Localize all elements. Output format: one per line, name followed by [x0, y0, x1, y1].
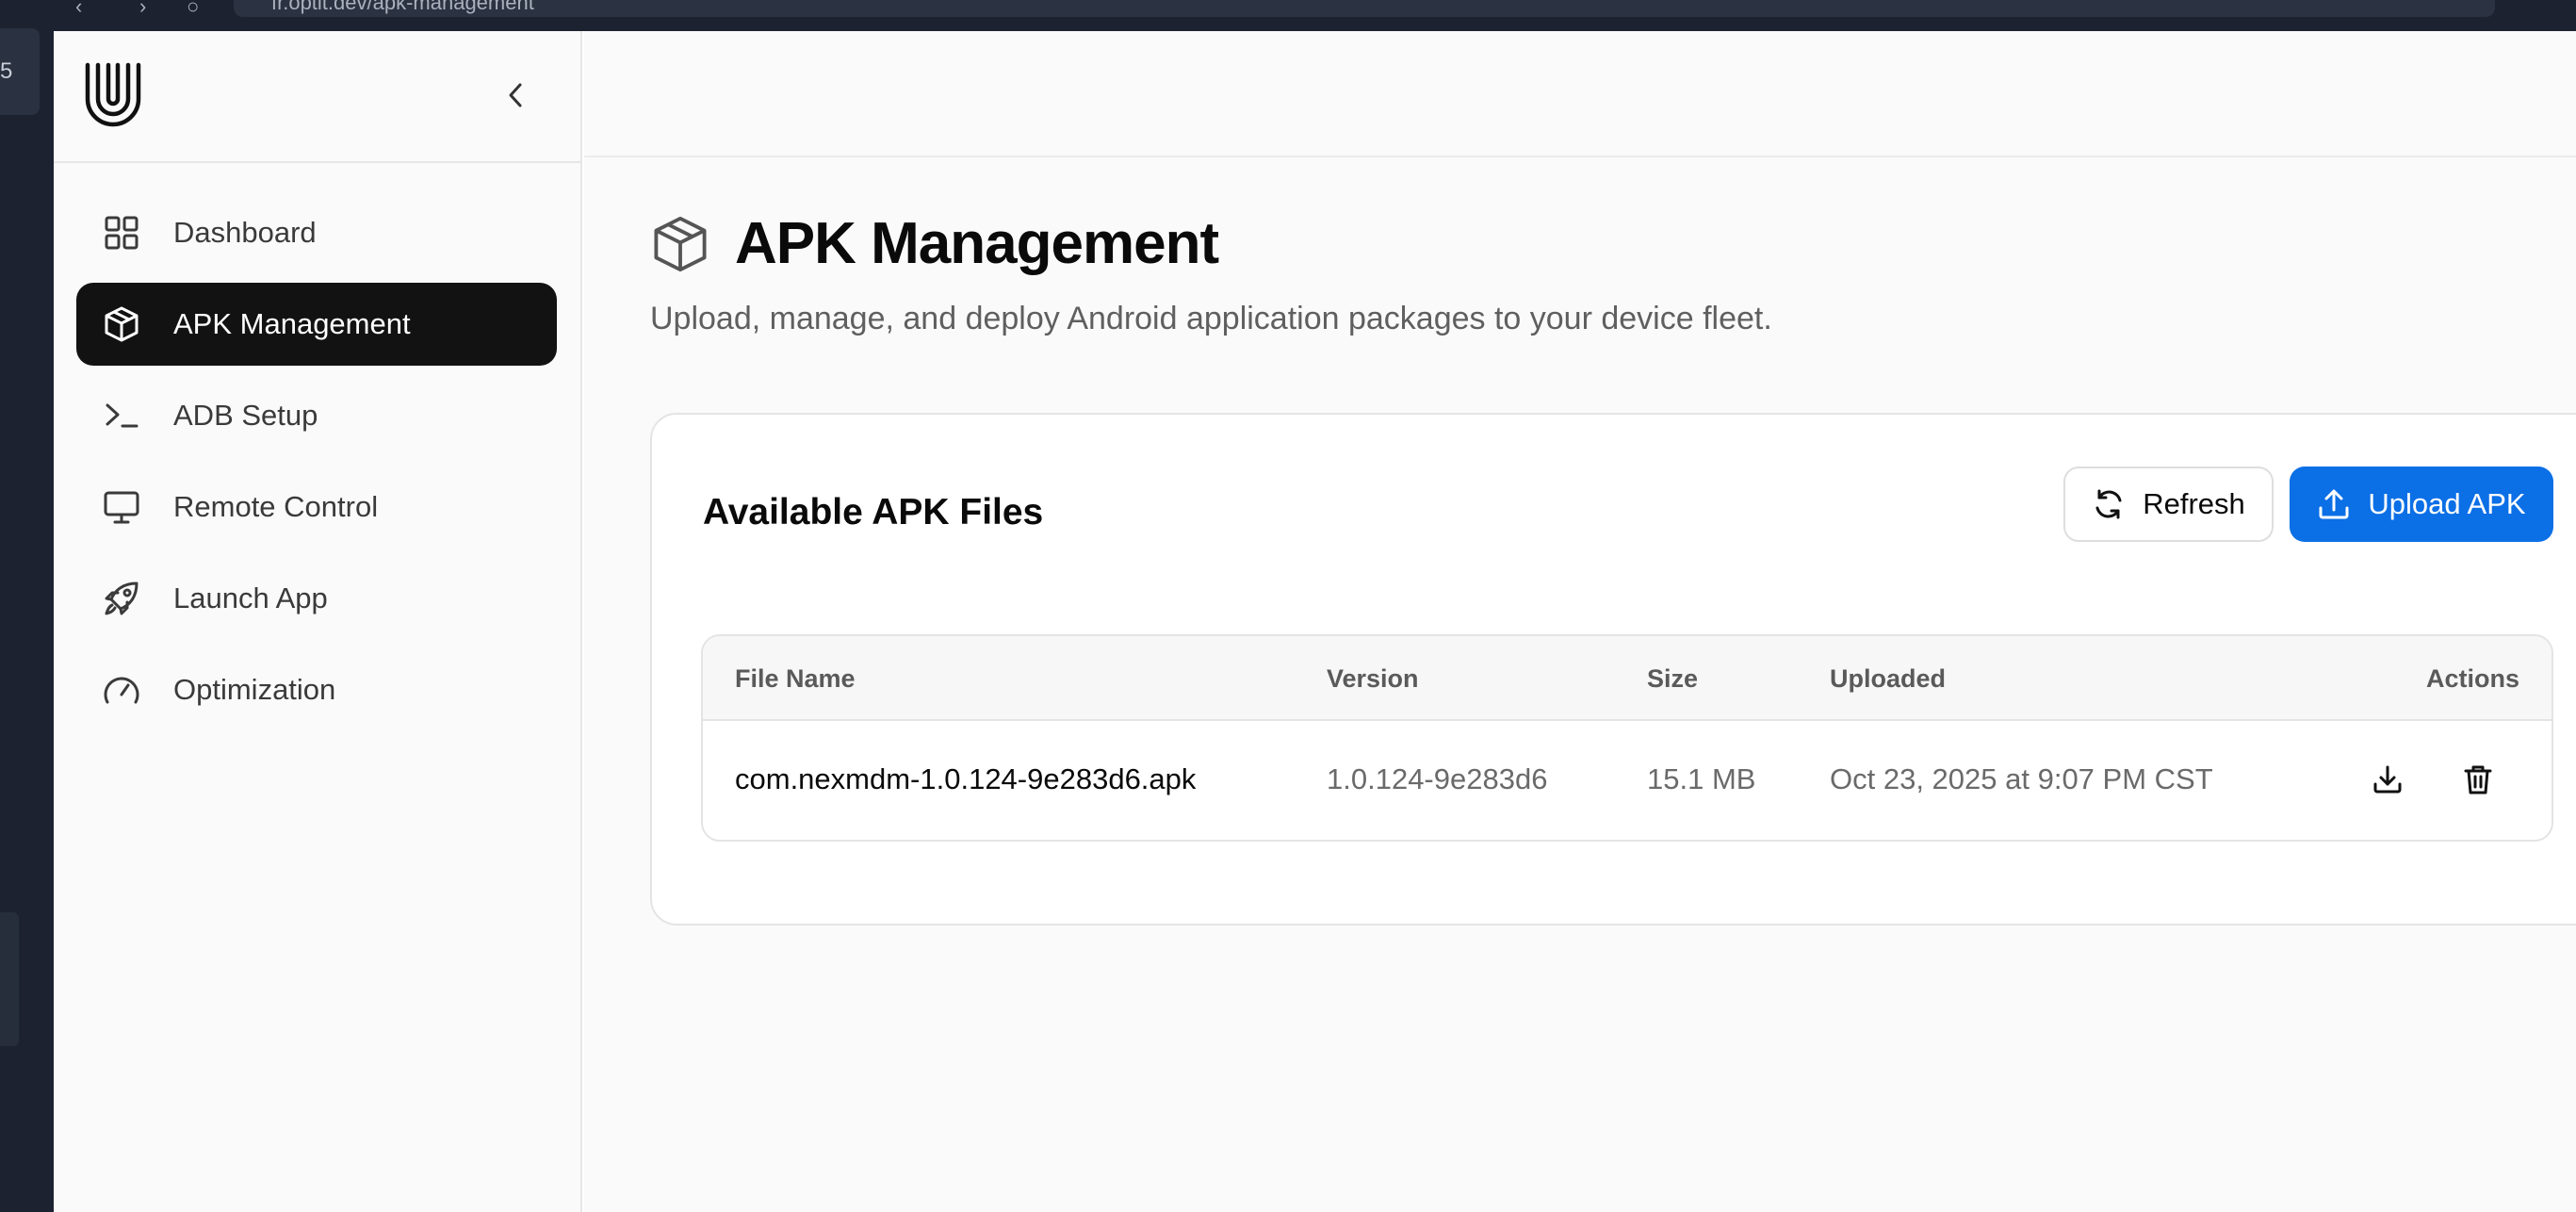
column-header-version[interactable]: Version — [1327, 664, 1419, 694]
upload-apk-button-label: Upload APK — [2368, 487, 2526, 520]
download-icon — [2373, 765, 2402, 794]
sidebar: Dashboard APK Management ADB Setup Remot… — [54, 31, 582, 1212]
sidebar-item-dashboard[interactable]: Dashboard — [76, 191, 557, 274]
cell-file-name: com.nexmdm-1.0.124-9e283d6.apk — [735, 762, 1197, 795]
browser-tab-stub-secondary[interactable] — [0, 912, 19, 1046]
page-title: APK Management — [735, 211, 1219, 276]
sidebar-nav: Dashboard APK Management ADB Setup Remot… — [76, 191, 557, 740]
address-bar[interactable]: fr.optit.dev/apk-management — [234, 0, 2495, 17]
cell-size: 15.1 MB — [1647, 762, 1756, 795]
table-header: File Name Version Size Uploaded Actions — [703, 636, 2552, 721]
sidebar-item-label: Dashboard — [173, 216, 317, 249]
sidebar-item-adb-setup[interactable]: ADB Setup — [76, 374, 557, 457]
sidebar-header — [54, 31, 580, 163]
delete-button[interactable] — [2457, 759, 2499, 800]
column-header-size[interactable]: Size — [1647, 664, 1698, 694]
sidebar-item-apk-management[interactable]: APK Management — [76, 283, 557, 366]
tab-number: 5 — [0, 58, 13, 84]
address-bar-text: fr.optit.dev/apk-management — [271, 0, 534, 14]
package-icon — [103, 305, 140, 343]
page-header: APK Management — [650, 210, 1219, 277]
card-title: Available APK Files — [703, 492, 1044, 532]
gauge-icon — [103, 671, 140, 709]
reload-icon[interactable]: ○ — [187, 0, 199, 19]
back-icon[interactable]: ‹ — [75, 0, 82, 19]
main-content: APK Management Upload, manage, and deplo… — [584, 31, 2576, 1212]
chevron-left-icon — [509, 83, 522, 107]
terminal-icon — [103, 397, 140, 434]
rocket-icon — [103, 580, 140, 617]
column-header-uploaded[interactable]: Uploaded — [1830, 664, 1946, 694]
sidebar-item-launch-app[interactable]: Launch App — [76, 557, 557, 640]
upload-apk-button[interactable]: Upload APK — [2290, 467, 2553, 542]
sidebar-item-optimization[interactable]: Optimization — [76, 648, 557, 731]
monitor-icon — [103, 488, 140, 526]
browser-tab-stub[interactable]: 5 — [0, 28, 40, 115]
trash-icon — [2464, 765, 2492, 794]
sidebar-item-label: ADB Setup — [173, 399, 318, 432]
collapse-sidebar-button[interactable] — [498, 78, 532, 112]
forward-icon[interactable]: › — [139, 0, 146, 19]
download-button[interactable] — [2367, 759, 2408, 800]
apk-files-card: Available APK Files Refresh Upload APK F… — [650, 413, 2576, 925]
sidebar-item-label: Launch App — [173, 581, 328, 614]
refresh-icon — [2092, 487, 2126, 521]
sidebar-item-label: Optimization — [173, 673, 336, 706]
table-row: com.nexmdm-1.0.124-9e283d6.apk 1.0.124-9… — [703, 721, 2552, 840]
refresh-button-label: Refresh — [2143, 487, 2245, 520]
sidebar-item-label: APK Management — [173, 307, 411, 340]
cell-version: 1.0.124-9e283d6 — [1327, 762, 1548, 795]
page-subtitle: Upload, manage, and deploy Android appli… — [650, 301, 1772, 336]
refresh-button[interactable]: Refresh — [2063, 467, 2274, 542]
column-header-actions: Actions — [2425, 664, 2519, 693]
sidebar-item-label: Remote Control — [173, 490, 379, 523]
top-bar — [584, 31, 2576, 157]
cell-uploaded: Oct 23, 2025 at 9:07 PM CST — [1830, 762, 2213, 795]
upload-icon — [2317, 487, 2351, 521]
sidebar-item-remote-control[interactable]: Remote Control — [76, 466, 557, 549]
browser-toolbar: ‹ › ○ fr.optit.dev/apk-management — [0, 0, 2576, 31]
package-icon — [650, 214, 710, 274]
apk-table: File Name Version Size Uploaded Actions … — [701, 634, 2553, 842]
brand-logo-icon[interactable] — [84, 61, 142, 129]
grid-icon — [103, 214, 140, 252]
column-header-file-name[interactable]: File Name — [735, 664, 856, 694]
